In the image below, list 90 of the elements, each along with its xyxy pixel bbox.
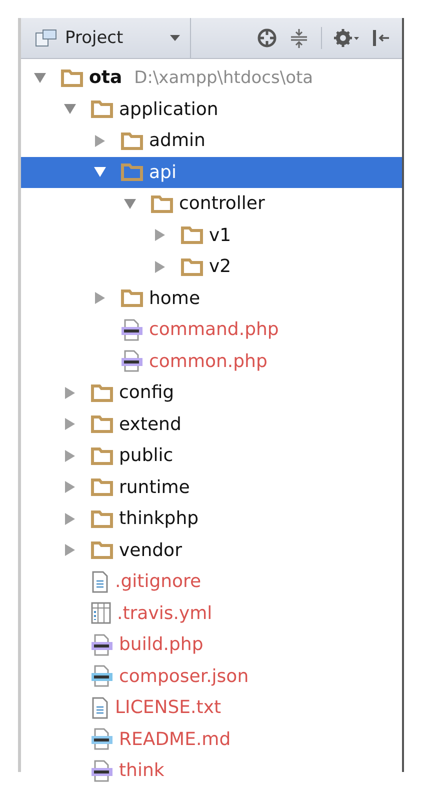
- folder-icon: [91, 384, 113, 402]
- tree-row[interactable]: ota D:\xampp\htdocs\ota: [21, 62, 402, 94]
- folder-icon: [91, 446, 113, 465]
- window-icon: [35, 29, 57, 47]
- folder-icon: [121, 289, 143, 308]
- tree-row[interactable]: extend: [21, 408, 402, 440]
- folder-name: runtime: [119, 476, 190, 498]
- tree-row[interactable]: admin: [21, 125, 402, 156]
- tree-row[interactable]: controller: [21, 188, 402, 220]
- collapsed-arrow-icon[interactable]: [153, 228, 167, 242]
- expanded-arrow-icon[interactable]: [93, 165, 107, 180]
- php-file-icon: [121, 318, 143, 341]
- folder-icon: [121, 163, 143, 182]
- locate-button[interactable]: [257, 28, 277, 48]
- expanded-arrow-icon[interactable]: [123, 196, 137, 211]
- view-dropdown[interactable]: Project: [21, 18, 191, 58]
- folder-icon: [121, 132, 143, 150]
- php-file-icon: [121, 350, 143, 372]
- tree-row[interactable]: .gitignore: [21, 566, 402, 598]
- file-name: think: [119, 760, 164, 782]
- tree-row[interactable]: home: [21, 282, 402, 314]
- collapse-all-button[interactable]: [289, 28, 309, 48]
- tree-row[interactable]: composer.json: [21, 660, 402, 692]
- collapsed-arrow-icon[interactable]: [93, 291, 107, 306]
- tree-row[interactable]: application: [21, 94, 402, 125]
- folder-icon: [181, 226, 203, 244]
- tree-row[interactable]: v2: [21, 251, 402, 282]
- folder-name: v1: [209, 224, 232, 246]
- hide-panel-button[interactable]: [372, 28, 390, 48]
- collapsed-arrow-icon[interactable]: [63, 512, 77, 526]
- tree-row[interactable]: .travis.yml: [21, 598, 402, 629]
- collapsed-arrow-icon[interactable]: [63, 543, 77, 558]
- folder-name: admin: [149, 130, 206, 152]
- text-file-icon: [91, 696, 109, 719]
- folder-name: api: [149, 162, 176, 183]
- tree-row[interactable]: build.php: [21, 629, 402, 660]
- folder-name: home: [149, 288, 200, 309]
- expanded-arrow-icon[interactable]: [63, 102, 77, 116]
- tree-row[interactable]: LICENSE.txt: [21, 692, 402, 724]
- table-file-icon: [91, 602, 111, 624]
- tree-row[interactable]: thinkphp: [21, 503, 402, 534]
- collapsed-arrow-icon[interactable]: [63, 448, 77, 463]
- folder-name: ota: [89, 67, 122, 88]
- folder-icon: [91, 541, 113, 560]
- tree-row[interactable]: common.php: [21, 346, 402, 377]
- folder-icon: [181, 258, 203, 276]
- collapsed-arrow-icon[interactable]: [63, 386, 77, 400]
- file-name: README.md: [119, 728, 231, 750]
- tree-row[interactable]: think: [21, 755, 402, 786]
- collapsed-arrow-icon[interactable]: [63, 417, 77, 432]
- file-name: composer.json: [119, 666, 249, 687]
- folder-name: config: [119, 382, 174, 404]
- folder-icon: [91, 415, 113, 434]
- collapsed-arrow-icon[interactable]: [153, 260, 167, 274]
- folder-name: public: [119, 445, 174, 466]
- tree-row[interactable]: v1: [21, 220, 402, 251]
- folder-icon: [91, 510, 113, 528]
- markdown-file-icon: [91, 728, 113, 750]
- folder-name: vendor: [119, 540, 182, 561]
- expanded-arrow-icon[interactable]: [33, 70, 47, 85]
- tree-row[interactable]: README.md: [21, 724, 402, 755]
- project-path: D:\xampp\htdocs\ota: [134, 68, 314, 88]
- folder-icon: [91, 478, 113, 496]
- folder-icon: [151, 194, 173, 213]
- selected-tree-row[interactable]: api: [21, 156, 402, 188]
- file-name: common.php: [149, 350, 268, 372]
- tree-row[interactable]: config: [21, 377, 402, 408]
- folder-name: application: [119, 98, 218, 120]
- file-name: command.php: [149, 319, 279, 340]
- folder-name: thinkphp: [119, 508, 199, 530]
- caret-icon: [170, 35, 180, 41]
- collapsed-arrow-icon[interactable]: [93, 134, 107, 148]
- settings-button[interactable]: [334, 28, 360, 48]
- tree-row[interactable]: command.php: [21, 314, 402, 346]
- file-name: LICENSE.txt: [115, 697, 222, 718]
- tree-row[interactable]: vendor: [21, 534, 402, 566]
- text-file-icon: [91, 570, 109, 593]
- folder-icon: [61, 68, 83, 87]
- folder-name: extend: [119, 414, 182, 435]
- folder-icon: [91, 100, 113, 118]
- file-name: .gitignore: [115, 571, 202, 592]
- tree-row[interactable]: runtime: [21, 472, 402, 503]
- php-file-icon: [91, 634, 113, 656]
- collapsed-arrow-icon[interactable]: [63, 480, 77, 494]
- folder-name: v2: [209, 256, 232, 278]
- tree-row[interactable]: public: [21, 440, 402, 472]
- json-file-icon: [91, 665, 113, 688]
- file-name: build.php: [119, 634, 204, 656]
- folder-name: controller: [179, 193, 265, 214]
- file-name: .travis.yml: [117, 602, 212, 624]
